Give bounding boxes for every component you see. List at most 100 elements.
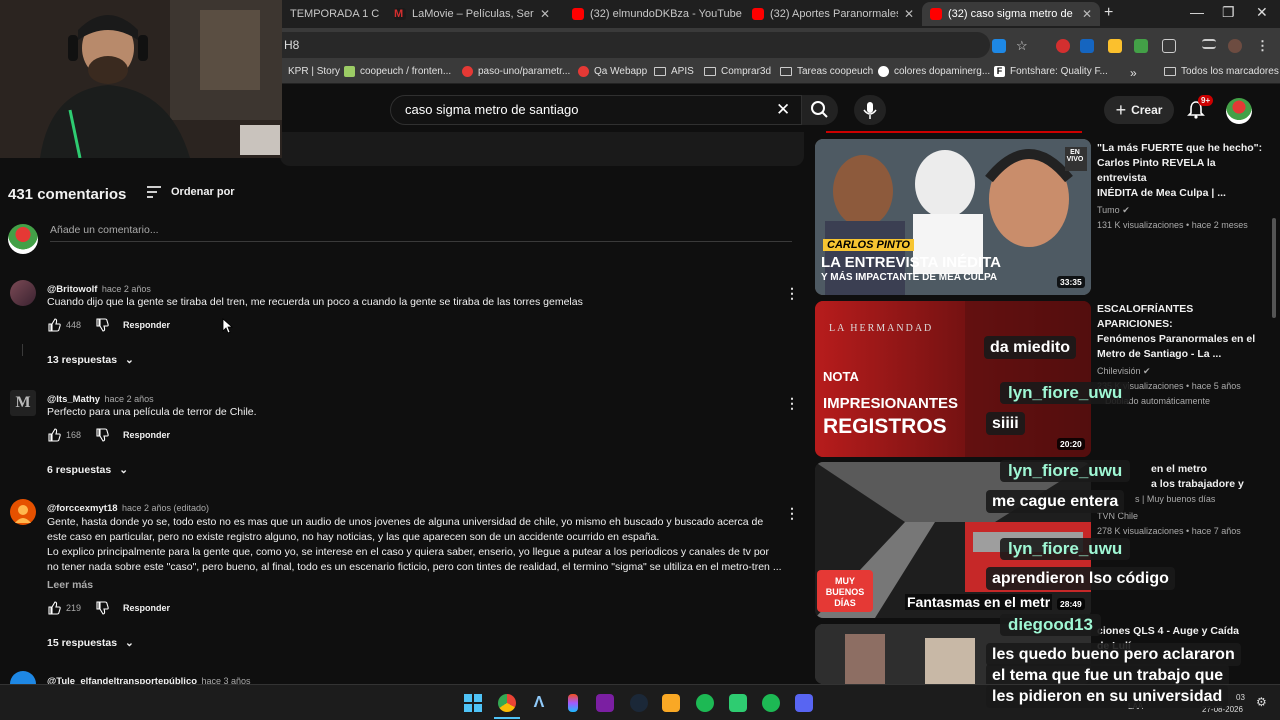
bookmark-folder-tareas[interactable]: Tareas coopeuch [780,66,873,77]
search-button[interactable] [802,95,838,125]
video-thumbnail[interactable]: LA HERMANDAD NOTA IMPRESIONANTES REGISTR… [815,301,1091,457]
user-avatar[interactable] [1226,98,1252,124]
comment-menu-icon[interactable]: ⋮ [785,505,799,522]
bookmark-folder-apis[interactable]: APIS [654,66,694,77]
app-icon[interactable] [729,694,747,712]
star-icon[interactable]: ☆ [1016,39,1030,53]
channel-name[interactable]: Tumo [1097,205,1120,215]
bookmark-folder-comprar3d[interactable]: Comprar3d [704,66,771,77]
notification-center-icon[interactable]: ⚙ [1256,695,1267,709]
maximize-icon[interactable]: ❐ [1222,4,1235,21]
commenter-avatar[interactable] [10,280,36,306]
clock-time[interactable]: 03 [1236,693,1245,702]
reply-button[interactable]: Responder [123,320,170,330]
close-icon[interactable]: ✕ [379,7,382,21]
search-input[interactable]: caso sigma metro de santiago [390,95,802,125]
commenter-avatar[interactable] [10,499,36,525]
extension-icon[interactable] [1134,39,1148,53]
like-icon[interactable] [47,318,61,332]
extension-icon[interactable] [1080,39,1094,53]
like-icon[interactable] [47,428,61,442]
tab-elmundodkbza[interactable]: (32) elmundoDKBza - YouTube ✕ [564,2,742,26]
comment-count: 431 comentarios [8,186,127,203]
channel-name[interactable]: Chilevisión [1097,366,1141,376]
chat-message: siiii [986,412,1025,435]
chat-message: aprendieron lso código [986,567,1175,590]
view-replies-button[interactable]: 15 respuestas ⌄ [47,637,134,649]
comment-actions: 168 Responder [47,428,170,442]
chrome-menu-icon[interactable]: ⋮ [1256,39,1270,53]
view-replies-button[interactable]: 6 respuestas ⌄ [47,464,128,476]
comment-author[interactable]: @Britowolf [47,284,97,295]
tab-temporada[interactable]: TEMPORADA 1 C ✕ [282,2,382,26]
file-explorer-icon[interactable] [662,694,680,712]
close-icon[interactable]: ✕ [898,7,914,21]
spotify-icon[interactable] [762,694,780,712]
commenter-avatar[interactable]: M [10,390,36,416]
comment-author[interactable]: @Its_Mathy [47,394,100,405]
video-info[interactable]: "La más FUERTE que he hecho": Carlos Pin… [1097,141,1267,233]
tab-caso-sigma[interactable]: (32) caso sigma metro de santia ✕ [922,2,1100,26]
bookmark-qa-webapp[interactable]: Qa Webapp [578,66,647,77]
comment-text: Perfecto para una película de terror de … [47,406,257,418]
spotify-icon[interactable] [696,694,714,712]
extension-icon[interactable] [1056,39,1070,53]
search-query-text: caso sigma metro de santiago [405,102,579,117]
dislike-icon[interactable] [95,318,109,332]
bookmark-paso-uno[interactable]: paso-uno/parametr... [462,66,570,77]
thread-line [22,344,23,356]
extensions-puzzle-icon[interactable] [1162,39,1176,53]
close-icon[interactable]: ✕ [1076,7,1092,21]
microphone-icon [863,102,877,119]
page-scrollbar[interactable] [1272,218,1276,318]
comment-menu-icon[interactable]: ⋮ [785,285,799,302]
tab-lamovie[interactable]: M LaMovie – Películas, Series y An ✕ [386,2,558,26]
bookmark-colores[interactable]: colores dopaminerg... [878,66,990,77]
windows-start-icon[interactable] [464,694,482,712]
obsidian-icon[interactable] [596,694,614,712]
chrome-icon[interactable] [498,694,516,712]
voice-search-button[interactable] [854,95,886,125]
video-thumbnail[interactable]: EN VIVO CARLOS PINTO LA ENTREVISTA INÉDI… [815,139,1091,295]
read-more-link[interactable]: Leer más [47,579,93,591]
profile-avatar-icon[interactable] [1228,39,1242,53]
sort-comments-button[interactable]: Ordenar por [146,185,235,199]
bookmark-label: colores dopaminerg... [894,66,991,77]
more-bookmarks-icon[interactable]: » [1130,66,1137,80]
dislike-icon[interactable] [95,601,109,615]
reply-button[interactable]: Responder [123,430,170,440]
all-bookmarks[interactable]: Todos los marcadores [1164,66,1279,77]
comment-author[interactable]: @forccexmyt18 [47,503,118,514]
tab-aportes-paranormales[interactable]: (32) Aportes Paranormales de S ✕ [744,2,922,26]
bookmark-label: Comprar3d [721,66,772,77]
create-button[interactable]: + Crear [1104,96,1174,124]
comment-actions: 219 Responder [47,601,170,615]
add-comment-input[interactable]: Añade un comentario... [50,224,792,242]
thumbnail-caption: IMPRESIONANTES [823,395,959,412]
like-icon[interactable] [47,601,61,615]
chat-username: lyn_fiore_uwu [1000,538,1131,560]
clear-search-icon[interactable]: ✕ [776,100,790,120]
extension-icon[interactable] [1108,39,1122,53]
reply-button[interactable]: Responder [123,603,170,613]
dislike-icon[interactable] [95,428,109,442]
close-icon[interactable]: ✕ [534,7,550,21]
window-close-icon[interactable]: ✕ [1256,4,1268,21]
bookmark-fontshare[interactable]: F Fontshare: Quality F... [994,66,1108,77]
tab-label: TEMPORADA 1 C [290,8,380,20]
bookmark-kpr[interactable]: KPR | Story [288,66,340,77]
steam-icon[interactable] [630,694,648,712]
comment-menu-icon[interactable]: ⋮ [785,395,799,412]
omnibox[interactable]: H8 [270,32,990,58]
cast-icon[interactable] [992,39,1006,53]
arc-icon[interactable]: Λ [530,694,548,712]
thumbnail-logo: MUY BUENOS DÍAS [817,570,873,612]
tab-search-icon[interactable] [1202,39,1216,49]
minimize-icon[interactable]: — [1190,4,1204,20]
discord-icon[interactable] [795,694,813,712]
new-tab-icon[interactable]: + [1104,4,1113,22]
view-replies-button[interactable]: 13 respuestas ⌄ [47,354,134,366]
figma-icon[interactable] [568,694,578,712]
notifications-button[interactable]: 9+ [1186,95,1214,125]
bookmark-coopeuch[interactable]: coopeuch / fronten... [344,66,451,77]
